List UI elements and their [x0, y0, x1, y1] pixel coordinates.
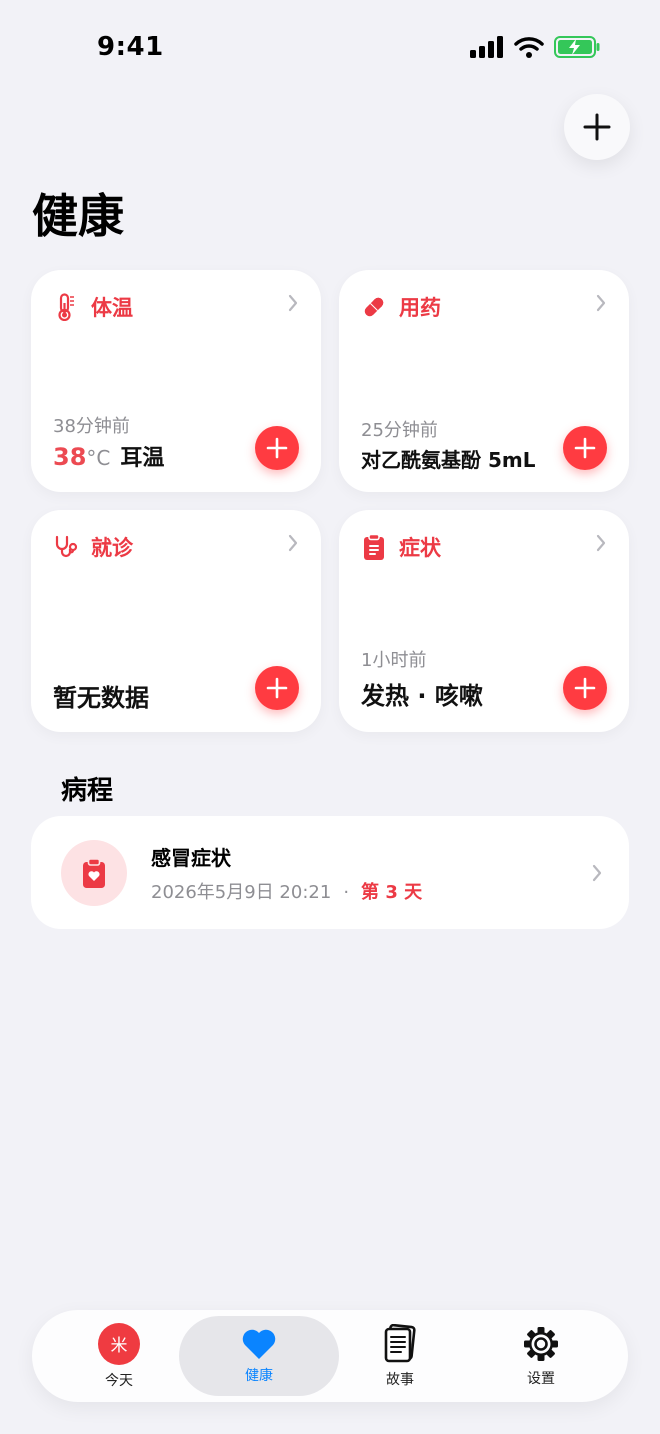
chevron-right-icon [592, 864, 602, 882]
add-button[interactable] [564, 94, 630, 160]
plus-icon [266, 677, 288, 699]
plus-icon [583, 113, 611, 141]
page-title: 健康 [32, 189, 124, 243]
chevron-right-icon [288, 534, 298, 552]
tab-settings[interactable]: 设置 [501, 1310, 581, 1402]
chevron-right-icon [596, 294, 606, 312]
card-title: 用药 [399, 296, 441, 320]
clipboard-heart-icon [61, 840, 127, 906]
last-record-time: 1小时前 [361, 650, 427, 671]
tab-label: 健康 [245, 1367, 273, 1384]
card-title: 症状 [399, 536, 441, 560]
symptom-card[interactable]: 症状 1小时前 发热 · 咳嗽 [339, 510, 629, 732]
temperature-method: 耳温 [120, 446, 165, 471]
course-day: 第 3 天 [361, 882, 423, 903]
add-symptom-button[interactable] [563, 666, 607, 710]
tab-label: 设置 [527, 1370, 555, 1387]
course-meta: 2026年5月9日 20:21 · 第 3 天 [151, 878, 422, 904]
card-title: 就诊 [91, 536, 133, 560]
illness-course-item[interactable]: 感冒症状 2026年5月9日 20:21 · 第 3 天 [31, 816, 629, 929]
plus-icon [574, 677, 596, 699]
status-icons [470, 36, 600, 58]
heart-icon [242, 1329, 276, 1359]
clipboard-icon [361, 533, 387, 560]
book-icon [384, 1323, 416, 1362]
tab-health[interactable]: 健康 [179, 1310, 339, 1402]
add-visit-button[interactable] [255, 666, 299, 710]
temperature-unit: °C [86, 446, 111, 470]
tab-label: 今天 [105, 1372, 133, 1389]
status-time: 9:41 [97, 32, 164, 62]
card-title: 体温 [91, 296, 133, 320]
battery-charging-icon [554, 36, 600, 58]
chevron-right-icon [288, 294, 298, 312]
course-title: 感冒症状 [151, 846, 231, 870]
tab-today[interactable]: 米 今天 [79, 1310, 159, 1402]
temperature-card[interactable]: 体温 38分钟前 38°C 耳温 [31, 270, 321, 492]
chevron-right-icon [596, 534, 606, 552]
last-record-value: 对乙酰氨基酚 5mL [361, 448, 536, 472]
card-header: 就诊 [53, 532, 133, 562]
add-medication-button[interactable] [563, 426, 607, 470]
status-bar: 9:41 [0, 0, 660, 96]
pill-icon [361, 294, 387, 320]
card-header: 体温 [53, 292, 133, 322]
plus-icon [574, 437, 596, 459]
signal-icon [470, 36, 503, 58]
tab-bar: 米 今天 健康 故事 设置 [32, 1310, 628, 1402]
visit-card[interactable]: 就诊 暂无数据 [31, 510, 321, 732]
card-header: 症状 [361, 532, 441, 562]
plus-icon [266, 437, 288, 459]
course-date: 2026年5月9日 20:21 [151, 882, 332, 903]
separator: · [343, 882, 350, 903]
last-record-time: 38分钟前 [53, 416, 130, 437]
last-record-value: 发热 · 咳嗽 [361, 682, 483, 710]
today-badge-icon: 米 [98, 1322, 140, 1365]
last-record-value: 38°C 耳温 [53, 440, 164, 472]
stethoscope-icon [53, 534, 79, 560]
medication-card[interactable]: 用药 25分钟前 对乙酰氨基酚 5mL [339, 270, 629, 492]
tab-stories[interactable]: 故事 [360, 1310, 440, 1402]
tab-label: 故事 [386, 1371, 414, 1388]
section-title: 病程 [61, 776, 114, 806]
last-record-time: 25分钟前 [361, 420, 438, 441]
card-header: 用药 [361, 292, 441, 322]
gear-icon [524, 1326, 558, 1361]
temperature-number: 38 [53, 443, 87, 471]
wifi-icon [514, 37, 544, 58]
thermometer-icon [53, 293, 79, 321]
empty-state-text: 暂无数据 [53, 684, 149, 712]
add-temperature-button[interactable] [255, 426, 299, 470]
